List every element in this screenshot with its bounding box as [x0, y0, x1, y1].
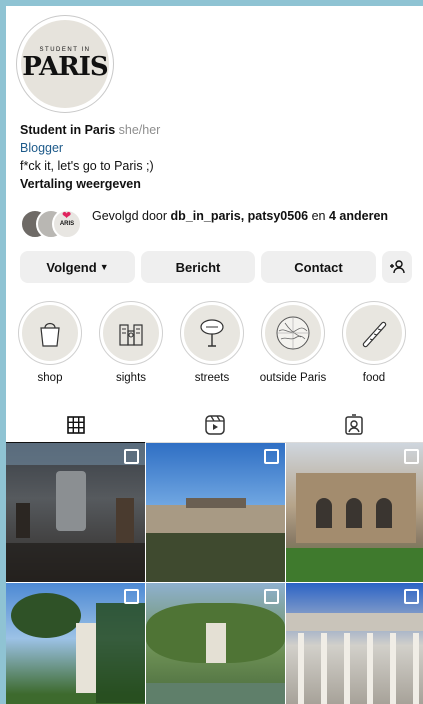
- tab-posts[interactable]: [6, 408, 145, 443]
- notre-dame-icon: [119, 324, 143, 346]
- grid-icon: [66, 416, 85, 434]
- carousel-icon: [264, 589, 279, 604]
- profile-avatar[interactable]: STUDENT IN PARIS: [16, 15, 114, 113]
- profile-name: Student in Paris: [20, 123, 116, 137]
- follower-avatars: ARIS ❤: [20, 209, 82, 239]
- profile-category: Blogger: [20, 141, 64, 155]
- highlight-label: shop: [37, 372, 63, 384]
- carousel-icon: [404, 589, 419, 604]
- followed-by[interactable]: ARIS ❤ Gevolgd door db_in_paris, patsy05…: [20, 206, 420, 240]
- tote-bag-icon: [40, 322, 60, 347]
- highlight-label: outside Paris: [259, 372, 327, 384]
- carousel-icon: [264, 449, 279, 464]
- heart-icon: ❤: [62, 210, 72, 222]
- highlight-sights[interactable]: sights: [94, 301, 168, 384]
- post-thumbnail[interactable]: [286, 443, 423, 582]
- profile-actions: Volgend ▼ Bericht Contact: [20, 251, 420, 283]
- map-icon: [276, 316, 310, 350]
- street-sign-icon: [200, 319, 224, 347]
- tab-reels[interactable]: [145, 408, 284, 442]
- chevron-down-icon: ▼: [99, 262, 109, 272]
- translate-link[interactable]: Vertaling weergeven: [20, 175, 420, 193]
- avatar-logo: STUDENT IN PARIS: [21, 20, 109, 108]
- message-button[interactable]: Bericht: [141, 251, 255, 283]
- followed-by-prefix: Gevolgd door: [92, 209, 168, 223]
- profile-bio: Student in Paris she/her Blogger f*ck it…: [20, 121, 420, 193]
- add-user-icon: [390, 260, 405, 274]
- following-label: Volgend: [46, 259, 97, 275]
- highlight-outside-paris[interactable]: outside Paris: [256, 301, 330, 384]
- tab-tagged[interactable]: [284, 408, 423, 442]
- post-thumbnail[interactable]: [146, 443, 285, 582]
- followed-by-connector: en: [311, 209, 326, 223]
- add-user-button[interactable]: [382, 251, 412, 283]
- highlight-food[interactable]: food: [337, 301, 411, 384]
- post-thumbnail[interactable]: [286, 583, 423, 704]
- followed-by-names: db_in_paris, patsy0506: [170, 209, 309, 223]
- followed-by-text: Gevolgd door db_in_paris, patsy0506 en 4…: [92, 208, 412, 225]
- followed-by-others: 4 anderen: [329, 209, 389, 223]
- highlight-label: food: [362, 372, 386, 384]
- profile-tabs: [6, 408, 423, 443]
- profile-screen: STUDENT IN PARIS Student in Paris she/he…: [6, 6, 423, 704]
- carousel-icon: [124, 589, 139, 604]
- profile-pronouns: she/her: [118, 123, 161, 137]
- avatar-logo-main: PARIS: [22, 51, 108, 82]
- reels-icon: [204, 415, 225, 435]
- contact-button[interactable]: Contact: [261, 251, 376, 283]
- carousel-icon: [404, 449, 419, 464]
- highlight-streets[interactable]: streets: [175, 301, 249, 384]
- following-button[interactable]: Volgend ▼: [20, 251, 135, 283]
- post-thumbnail[interactable]: [6, 583, 145, 704]
- post-thumbnail[interactable]: [146, 583, 285, 704]
- baguette-icon: [362, 321, 387, 348]
- tagged-icon: [344, 414, 363, 435]
- profile-bio-text: f*ck it, let's go to Paris ;): [20, 159, 154, 173]
- carousel-icon: [124, 449, 139, 464]
- highlight-label: sights: [115, 372, 147, 384]
- highlight-label: streets: [194, 372, 230, 384]
- highlight-shop[interactable]: shop: [13, 301, 87, 384]
- post-grid: [6, 443, 423, 704]
- post-thumbnail[interactable]: [6, 443, 145, 582]
